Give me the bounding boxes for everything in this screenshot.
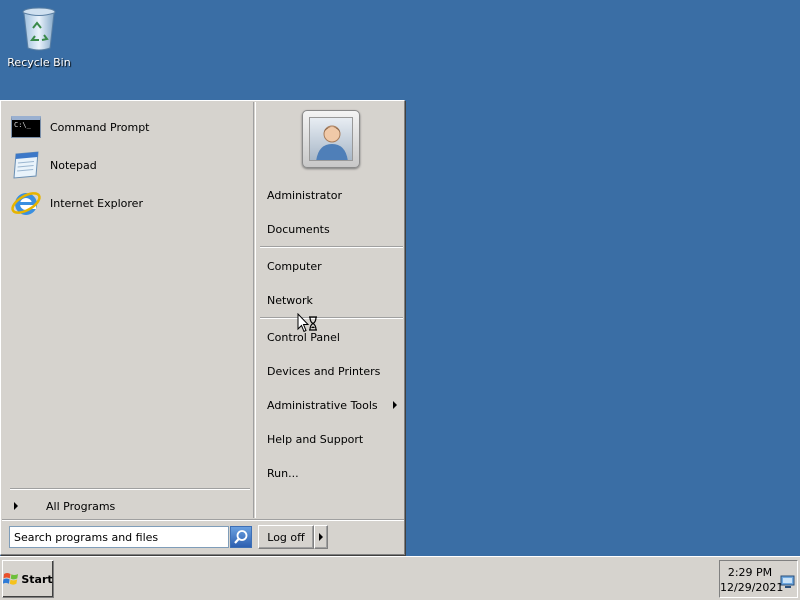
menu-item-administrative-tools[interactable]: Administrative Tools <box>256 392 405 418</box>
menu-item-devices-and-printers[interactable]: Devices and Printers <box>256 358 405 384</box>
menu-item-label: Help and Support <box>267 432 364 446</box>
network-icon[interactable] <box>780 575 796 589</box>
chevron-right-icon <box>14 502 18 510</box>
programs-separator <box>10 488 250 490</box>
log-off-button[interactable]: Log off <box>258 525 314 549</box>
program-label: Command Prompt <box>50 120 150 134</box>
internet-explorer-icon <box>10 187 42 219</box>
clock[interactable]: 2:29 PM 12/29/2021 <box>720 565 784 595</box>
recycle-bin-label: Recycle Bin <box>7 56 71 69</box>
menu-item-label: Computer <box>267 259 322 273</box>
menu-item-network[interactable]: Network <box>256 287 405 313</box>
windows-logo-icon <box>3 573 19 585</box>
clock-time: 2:29 PM <box>727 566 773 579</box>
menu-item-label: Run... <box>267 466 299 480</box>
taskbar: Start 2:29 PM 12/29/2021 <box>0 556 800 600</box>
menu-item-computer[interactable]: Computer <box>256 253 405 279</box>
program-label: Internet Explorer <box>50 196 143 210</box>
mouse-cursor-busy-icon <box>297 313 317 333</box>
all-programs-button[interactable]: All Programs <box>10 495 250 517</box>
start-label: Start <box>21 572 53 586</box>
notification-area: 2:29 PM 12/29/2021 <box>719 560 798 598</box>
log-off-label: Log off <box>267 530 305 544</box>
start-menu-bottom-bar: Log off <box>2 519 404 554</box>
menu-separator <box>260 246 403 248</box>
search-input[interactable] <box>9 526 229 548</box>
start-menu-programs-pane: C:\_ Command Prompt Notepad Internet Exp… <box>2 102 254 518</box>
menu-item-label: Documents <box>267 222 330 236</box>
menu-item-label: Devices and Printers <box>267 364 381 378</box>
recycle-bin-icon <box>22 7 56 51</box>
recycle-bin-desktop-icon[interactable]: Recycle Bin <box>6 6 72 69</box>
all-programs-label: All Programs <box>46 499 116 513</box>
program-internet-explorer[interactable]: Internet Explorer <box>10 187 250 219</box>
menu-item-run[interactable]: Run... <box>256 460 405 486</box>
user-icon <box>316 125 348 160</box>
chevron-right-icon <box>319 533 323 541</box>
program-label: Notepad <box>50 158 97 172</box>
menu-separator <box>260 317 403 319</box>
start-menu: C:\_ Command Prompt Notepad Internet Exp… <box>0 100 405 555</box>
notepad-icon <box>10 149 42 181</box>
start-menu-places-pane: Administrator Documents Computer Network… <box>255 102 404 518</box>
menu-item-label: Network <box>267 293 313 307</box>
program-notepad[interactable]: Notepad <box>10 149 250 181</box>
search-icon <box>234 530 248 544</box>
menu-item-label: Administrative Tools <box>267 398 378 412</box>
menu-item-control-panel[interactable]: Control Panel <box>256 324 405 350</box>
menu-item-help-and-support[interactable]: Help and Support <box>256 426 405 452</box>
chevron-right-icon <box>393 401 397 409</box>
menu-item-administrator[interactable]: Administrator <box>256 182 405 208</box>
clock-date: 12/29/2021 <box>720 581 784 594</box>
shutdown-options-button[interactable] <box>314 525 328 549</box>
command-prompt-icon: C:\_ <box>10 111 42 143</box>
search-button[interactable] <box>230 526 252 548</box>
menu-item-label: Administrator <box>267 188 342 202</box>
start-button[interactable]: Start <box>2 560 54 598</box>
menu-item-documents[interactable]: Documents <box>256 216 405 242</box>
program-command-prompt[interactable]: C:\_ Command Prompt <box>10 111 250 143</box>
user-avatar[interactable] <box>302 110 360 168</box>
